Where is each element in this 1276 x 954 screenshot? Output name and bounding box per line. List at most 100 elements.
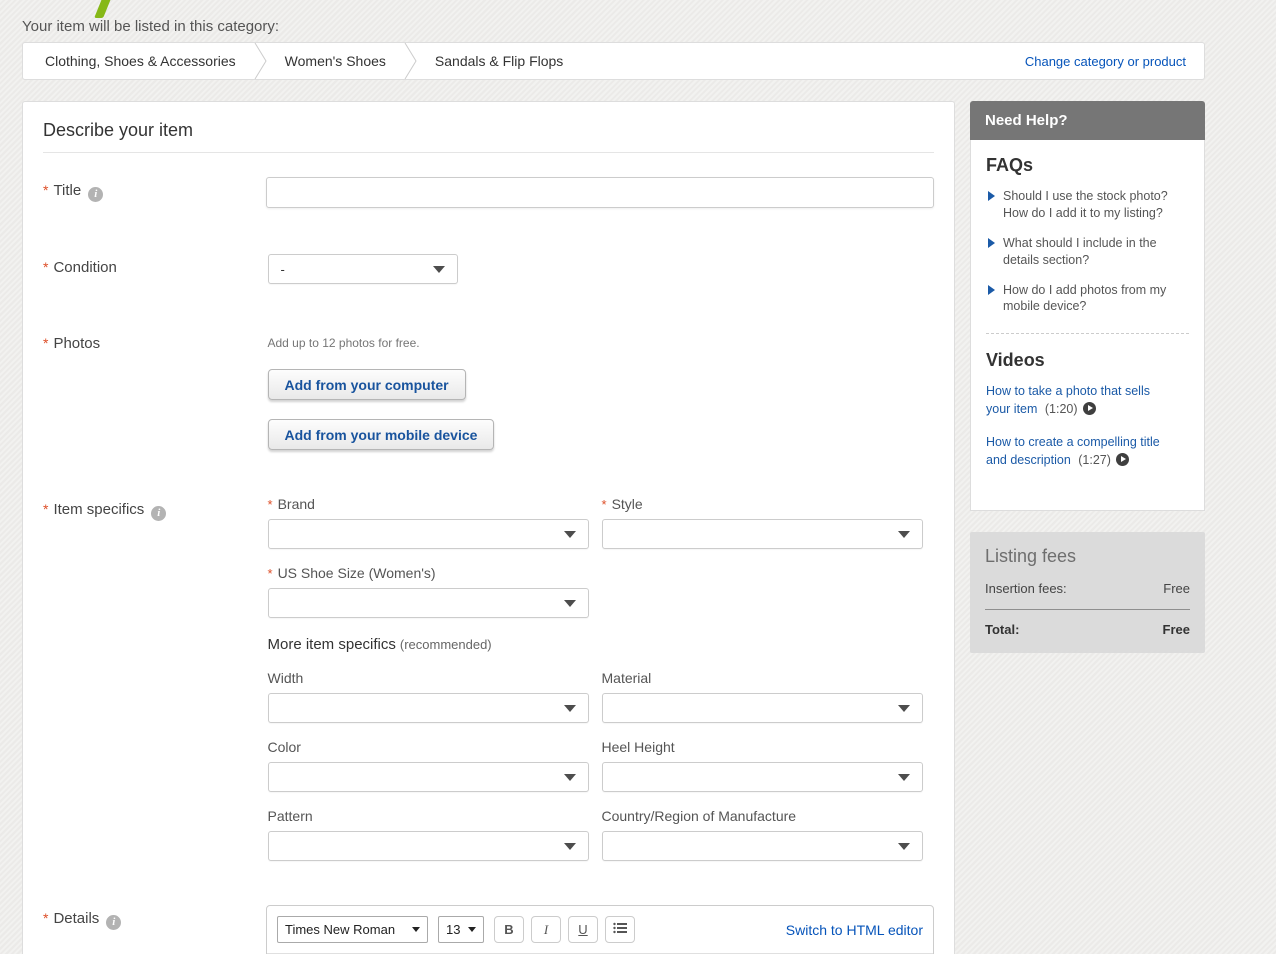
country-dropdown[interactable] [602, 831, 923, 861]
material-dropdown[interactable] [602, 693, 923, 723]
faqs-heading: FAQs [986, 155, 1189, 176]
total-value: Free [1163, 622, 1190, 637]
info-icon[interactable]: i [151, 506, 166, 521]
font-family-value: Times New Roman [285, 922, 395, 937]
dropdown-arrow-icon [898, 774, 910, 781]
pattern-label: Pattern [268, 808, 589, 824]
describe-item-panel: Describe your item *Titlei *Condition - [22, 101, 955, 954]
video-duration: (1:20) [1045, 402, 1078, 416]
video-link-title[interactable]: How to create a compelling title and des… [986, 434, 1171, 469]
insertion-fees-value: Free [1163, 581, 1190, 596]
breadcrumb-item-clothing: Clothing, Shoes & Accessories [41, 53, 240, 69]
list-icon [613, 922, 627, 934]
add-from-mobile-button[interactable]: Add from your mobile device [268, 419, 495, 450]
arrow-right-icon [988, 285, 995, 295]
font-size-value: 13 [446, 922, 460, 937]
dropdown-arrow-icon [564, 600, 576, 607]
condition-dropdown[interactable]: - [268, 254, 458, 284]
breadcrumb: Clothing, Shoes & Accessories Women's Sh… [22, 42, 1205, 80]
faq-item-stock-photo[interactable]: Should I use the stock photo? How do I a… [986, 188, 1189, 222]
videos-heading: Videos [986, 350, 1189, 371]
material-field: Material [602, 670, 923, 723]
width-field: Width [268, 670, 589, 723]
color-field: Color [268, 739, 589, 792]
total-fees-row: Total: Free [985, 622, 1190, 637]
required-asterisk: * [268, 566, 273, 581]
shoe-size-label: *US Shoe Size (Women's) [268, 565, 589, 581]
divider [986, 333, 1189, 334]
add-from-computer-button[interactable]: Add from your computer [268, 369, 466, 400]
category-note: Your item will be listed in this categor… [22, 0, 1254, 35]
info-icon[interactable]: i [106, 915, 121, 930]
chevron-right-icon [254, 42, 267, 80]
dropdown-arrow-icon [898, 705, 910, 712]
required-asterisk: * [43, 910, 48, 926]
listing-fees-box: Listing fees Insertion fees: Free Total:… [970, 532, 1205, 653]
heel-height-dropdown[interactable] [602, 762, 923, 792]
faq-item-details-section[interactable]: What should I include in the details sec… [986, 235, 1189, 269]
italic-button[interactable]: I [531, 916, 561, 943]
bullet-list-button[interactable] [605, 916, 635, 943]
required-asterisk: * [43, 501, 48, 517]
select-arrow-icon [468, 927, 476, 932]
title-label: *Titlei [43, 177, 266, 208]
shoe-size-field: *US Shoe Size (Women's) [268, 565, 589, 618]
breadcrumb-item-womens-shoes: Women's Shoes [281, 53, 390, 69]
play-icon[interactable] [1116, 453, 1129, 466]
bold-button[interactable]: B [494, 916, 524, 943]
video-link-photo[interactable]: How to take a photo that sells your item… [986, 383, 1171, 418]
pattern-dropdown[interactable] [268, 831, 589, 861]
underline-button[interactable]: U [568, 916, 598, 943]
dropdown-arrow-icon [564, 705, 576, 712]
font-family-select[interactable]: Times New Roman [277, 916, 428, 943]
required-asterisk: * [43, 335, 48, 351]
description-editor: Times New Roman 13 B I U [266, 905, 934, 954]
select-arrow-icon [412, 927, 420, 932]
info-icon[interactable]: i [88, 187, 103, 202]
total-label: Total: [985, 622, 1019, 637]
dropdown-arrow-icon [564, 531, 576, 538]
width-dropdown[interactable] [268, 693, 589, 723]
arrow-right-icon [988, 238, 995, 248]
insertion-fees-label: Insertion fees: [985, 581, 1067, 596]
style-dropdown[interactable] [602, 519, 923, 549]
item-specifics-row: *Item specificsi *Brand *Style [43, 496, 934, 877]
required-asterisk: * [268, 497, 273, 512]
shoe-size-dropdown[interactable] [268, 588, 589, 618]
photos-note: Add up to 12 photos for free. [268, 330, 935, 350]
dropdown-arrow-icon [564, 774, 576, 781]
required-asterisk: * [602, 497, 607, 512]
photos-row: *Photos Add up to 12 photos for free. Ad… [43, 330, 934, 450]
more-item-specifics-heading: More item specifics(recommended) [268, 636, 923, 654]
country-label: Country/Region of Manufacture [602, 808, 923, 824]
title-input[interactable] [266, 177, 934, 208]
panel-title: Describe your item [43, 120, 934, 153]
color-dropdown[interactable] [268, 762, 589, 792]
condition-value: - [281, 262, 285, 277]
play-icon[interactable] [1083, 402, 1096, 415]
font-size-select[interactable]: 13 [438, 916, 484, 943]
switch-html-editor-link[interactable]: Switch to HTML editor [786, 922, 923, 938]
editor-toolbar: Times New Roman 13 B I U [267, 906, 933, 954]
insertion-fees-row: Insertion fees: Free [985, 581, 1190, 596]
brand-dropdown[interactable] [268, 519, 589, 549]
country-field: Country/Region of Manufacture [602, 808, 923, 861]
dropdown-arrow-icon [564, 843, 576, 850]
condition-row: *Condition - [43, 254, 934, 284]
pattern-field: Pattern [268, 808, 589, 861]
need-help-header: Need Help? [970, 101, 1205, 140]
listing-fees-heading: Listing fees [985, 546, 1190, 567]
item-specifics-label: *Item specificsi [43, 496, 268, 877]
required-asterisk: * [43, 259, 48, 275]
details-row: *Detailsi Times New Roman 13 [43, 905, 934, 954]
arrow-right-icon [988, 191, 995, 201]
material-label: Material [602, 670, 923, 686]
change-category-link[interactable]: Change category or product [1025, 54, 1186, 69]
faq-item-mobile-photos[interactable]: How do I add photos from my mobile devic… [986, 282, 1189, 316]
heel-height-field: Heel Height [602, 739, 923, 792]
brand-field: *Brand [268, 496, 589, 549]
title-row: *Titlei [43, 177, 934, 208]
dropdown-arrow-icon [433, 266, 445, 273]
breadcrumb-items: Clothing, Shoes & Accessories Women's Sh… [41, 43, 1025, 79]
dropdown-arrow-icon [898, 531, 910, 538]
